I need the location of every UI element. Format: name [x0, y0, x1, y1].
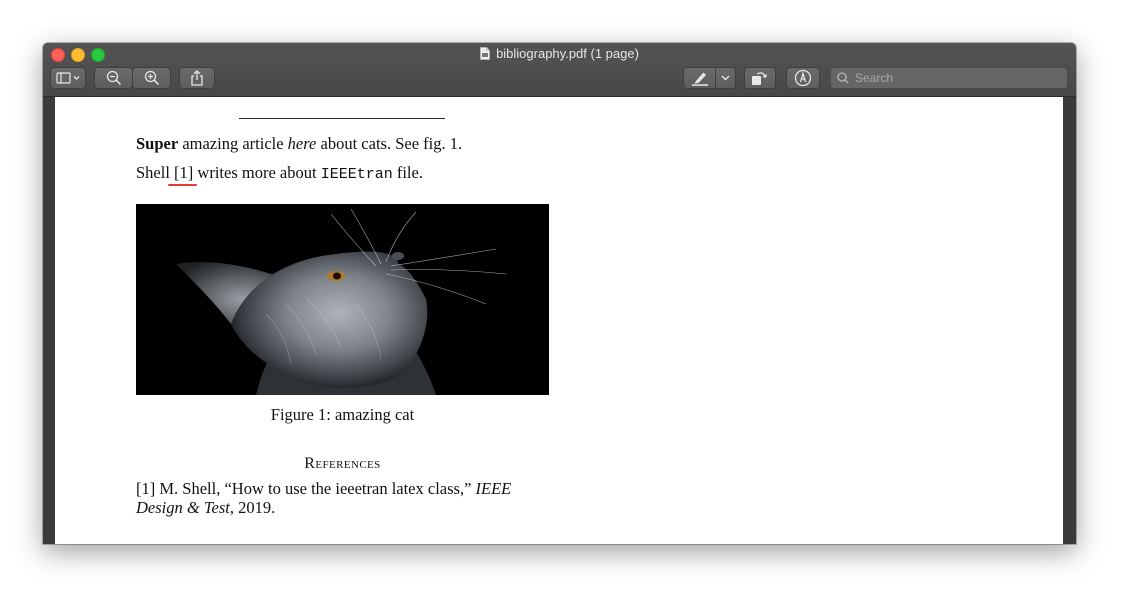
rotate-icon: [752, 72, 768, 85]
highlight-menu-button[interactable]: [716, 75, 735, 81]
pdf-document-icon: [480, 47, 490, 60]
reference-text: M. Shell, “How to use the ieeetran latex…: [159, 479, 476, 498]
highlight-button[interactable]: [683, 67, 736, 89]
reference-label: [1]: [136, 479, 160, 498]
reference-journal-1: IEEE: [475, 479, 512, 498]
citation-link[interactable]: [1]: [174, 163, 193, 182]
zoom-out-button[interactable]: [94, 67, 133, 89]
footnote-rule: [239, 118, 445, 119]
highlighter-icon: [691, 72, 708, 86]
paragraph-2: Shell [1] writes more about IEEEtran fil…: [136, 163, 423, 185]
markup-pen-icon: [794, 69, 812, 87]
paragraph-1-text-a: amazing article: [178, 134, 288, 153]
preview-window: bibliography.pdf (1 page) Search Super a…: [43, 43, 1076, 544]
here-link[interactable]: here: [288, 134, 317, 153]
window-title-text: bibliography.pdf (1 page): [496, 46, 639, 61]
reference-journal-2: Design & Test: [136, 498, 230, 517]
paragraph-2-text-b: writes more about: [193, 163, 321, 182]
paragraph-1: Super amazing article here about cats. S…: [136, 134, 462, 154]
markup-button[interactable]: [786, 67, 820, 89]
reference-year: , 2019.: [229, 498, 276, 517]
zoom-in-button[interactable]: [132, 67, 171, 89]
code-term: IEEEtran: [320, 166, 393, 183]
zoom-out-icon: [106, 70, 121, 86]
references-heading: References: [304, 455, 381, 472]
search-input[interactable]: [853, 70, 1057, 86]
zoom-in-icon: [144, 70, 159, 86]
document-viewport[interactable]: Super amazing article here about cats. S…: [43, 97, 1076, 544]
sidebar-icon: [56, 72, 80, 84]
reference-entry: [1] M. Shell, “How to use the ieeetran l…: [136, 479, 556, 517]
window-title: bibliography.pdf (1 page): [43, 45, 1076, 63]
title-bar: bibliography.pdf (1 page): [43, 43, 1076, 97]
figure-caption: Figure 1: amazing cat: [270, 405, 415, 424]
rotate-button[interactable]: [744, 67, 776, 89]
search-field[interactable]: [830, 67, 1068, 89]
cat-image: [136, 204, 549, 395]
pdf-page: Super amazing article here about cats. S…: [55, 97, 1063, 544]
paragraph-2-text-c: file.: [392, 163, 423, 182]
paragraph-1-text-b: about cats. See fig. 1.: [316, 134, 463, 153]
bold-word: Super: [136, 134, 179, 153]
sidebar-toggle-button[interactable]: [50, 67, 86, 89]
search-icon: [837, 72, 849, 84]
share-icon: [191, 70, 203, 86]
cat-figure-image: [136, 204, 549, 395]
share-button[interactable]: [179, 67, 215, 89]
chevron-down-icon: [721, 75, 730, 81]
paragraph-2-text-a: Shell: [136, 163, 175, 182]
